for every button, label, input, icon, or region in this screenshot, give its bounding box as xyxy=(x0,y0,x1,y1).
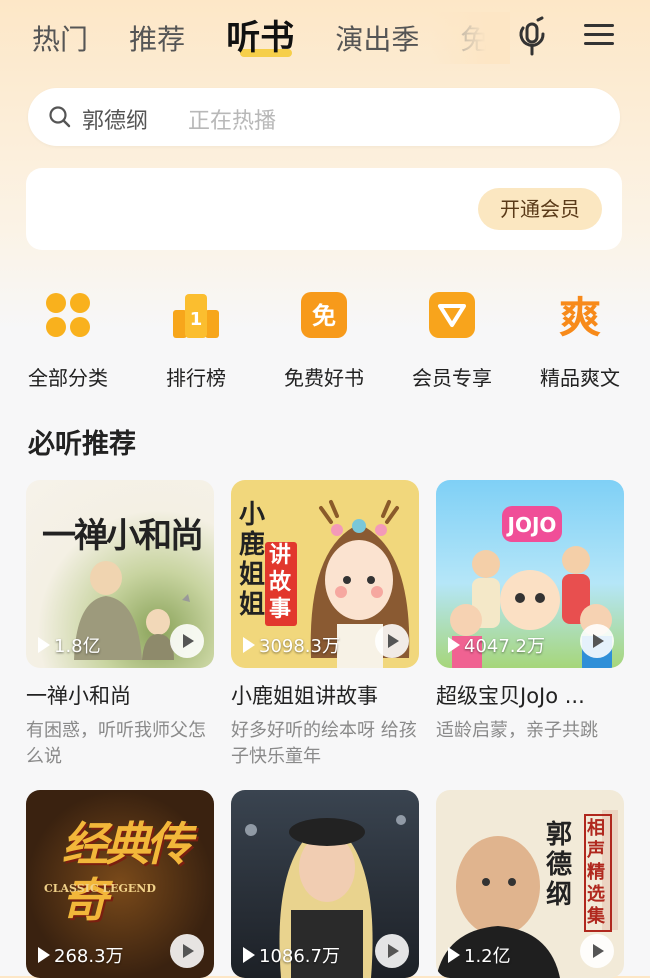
shuang-icon-glyph: 爽 xyxy=(559,293,601,340)
book-description: 好多好听的绘本呀 给孩子快乐童年 xyxy=(231,720,417,767)
category-all[interactable]: 全部分类 xyxy=(8,290,128,390)
book-card[interactable]: 经典传奇 CLASSIC LEGEND 268.3万 xyxy=(26,790,214,978)
category-label: 精品爽文 xyxy=(540,366,620,390)
book-cover: JOJO 4047.2万 xyxy=(436,480,624,668)
category-row: 全部分类 1 排行榜 免 免费好书 会员专享 爽 精品爽文 xyxy=(0,290,650,390)
book-cover: 1086.7万 xyxy=(231,790,419,978)
book-description: 有困惑，听听我师父怎么说 xyxy=(26,720,206,767)
category-label: 全部分类 xyxy=(28,366,108,390)
book-title: 一禅小和尚 xyxy=(26,684,131,708)
category-vip[interactable]: 会员专享 xyxy=(392,290,512,390)
cover-title-art: 经典传奇 xyxy=(62,817,192,927)
ranking-icon: 1 xyxy=(171,290,221,340)
category-premium-novels[interactable]: 爽 精品爽文 xyxy=(520,290,640,390)
book-title: 超级宝贝JoJo ... xyxy=(436,684,585,708)
play-button[interactable] xyxy=(170,934,204,968)
vip-icon xyxy=(427,290,477,340)
category-ranking[interactable]: 1 排行榜 xyxy=(136,290,256,390)
tabs-fade xyxy=(430,12,510,64)
book-title: 小鹿姐姐讲故事 xyxy=(231,684,378,708)
category-free-books[interactable]: 免 免费好书 xyxy=(264,290,384,390)
free-icon: 免 xyxy=(299,290,349,340)
microphone-icon[interactable] xyxy=(512,16,552,60)
category-label: 排行榜 xyxy=(166,366,226,390)
category-label: 会员专享 xyxy=(412,366,492,390)
search-keyword: 郭德纲 xyxy=(82,109,149,134)
menu-icon[interactable] xyxy=(580,18,620,58)
play-button[interactable] xyxy=(375,934,409,968)
play-count: 4047.2万 xyxy=(448,632,545,658)
book-card[interactable]: JOJO 4047.2万 超级宝贝JoJo ... 适龄启蒙，亲子共跳 xyxy=(436,480,624,744)
cover-subtitle-art: CLASSIC LEGEND xyxy=(44,882,156,895)
tab-hot[interactable]: 热门 xyxy=(32,18,88,60)
tab-recommend[interactable]: 推荐 xyxy=(129,18,185,60)
book-description: 适龄启蒙，亲子共跳 xyxy=(436,720,598,741)
cover-title-art: JOJO xyxy=(506,513,557,537)
top-bar: 热门 推荐 听书 演出季 免 xyxy=(0,0,650,80)
play-button[interactable] xyxy=(580,934,614,968)
play-count: 3098.3万 xyxy=(243,632,340,658)
member-card: 开通会员 xyxy=(26,168,622,250)
search-hint: 正在热播 xyxy=(188,109,277,134)
tab-show-season[interactable]: 演出季 xyxy=(335,18,419,60)
play-button[interactable] xyxy=(580,624,614,658)
book-card[interactable]: 郭德纲 相声精选集 1.2亿 xyxy=(436,790,624,978)
book-card[interactable]: 小鹿姐姐 讲故事 3098.3万 小鹿姐姐讲故事 好多好听的绘本呀 给孩子快乐童… xyxy=(231,480,419,770)
section-title: 必听推荐 xyxy=(28,429,136,460)
tab-audiobook[interactable]: 听书 xyxy=(226,16,294,60)
search-icon xyxy=(49,106,71,128)
book-cover: 经典传奇 CLASSIC LEGEND 268.3万 xyxy=(26,790,214,978)
search-bar[interactable]: 郭德纲 正在热播 xyxy=(28,88,620,146)
grid-icon xyxy=(43,290,93,340)
book-card[interactable]: 一禅小和尚 1.8亿 一禅小和尚 有困惑，听听我师父怎么说 xyxy=(26,480,214,770)
play-button[interactable] xyxy=(170,624,204,658)
play-count: 1.8亿 xyxy=(38,632,101,658)
cover-title-art: 一禅小和尚 xyxy=(42,516,204,556)
cover-title-art: 郭德纲 xyxy=(546,820,573,910)
book-cover: 一禅小和尚 1.8亿 xyxy=(26,480,214,668)
svg-text:1: 1 xyxy=(190,309,203,330)
play-count: 1086.7万 xyxy=(243,942,340,968)
cover-subtitle-art: 讲故事 xyxy=(269,542,292,622)
play-count: 1.2亿 xyxy=(448,942,511,968)
play-count: 268.3万 xyxy=(38,942,124,968)
book-cover: 郭德纲 相声精选集 1.2亿 xyxy=(436,790,624,978)
shuang-icon: 爽 xyxy=(555,290,605,342)
book-card[interactable]: 1086.7万 xyxy=(231,790,419,978)
cover-subtitle-art: 相声精选集 xyxy=(584,814,612,932)
book-cover: 小鹿姐姐 讲故事 3098.3万 xyxy=(231,480,419,668)
category-label: 免费好书 xyxy=(284,366,364,390)
free-icon-glyph: 免 xyxy=(312,302,336,330)
open-membership-button[interactable]: 开通会员 xyxy=(478,188,602,230)
play-button[interactable] xyxy=(375,624,409,658)
